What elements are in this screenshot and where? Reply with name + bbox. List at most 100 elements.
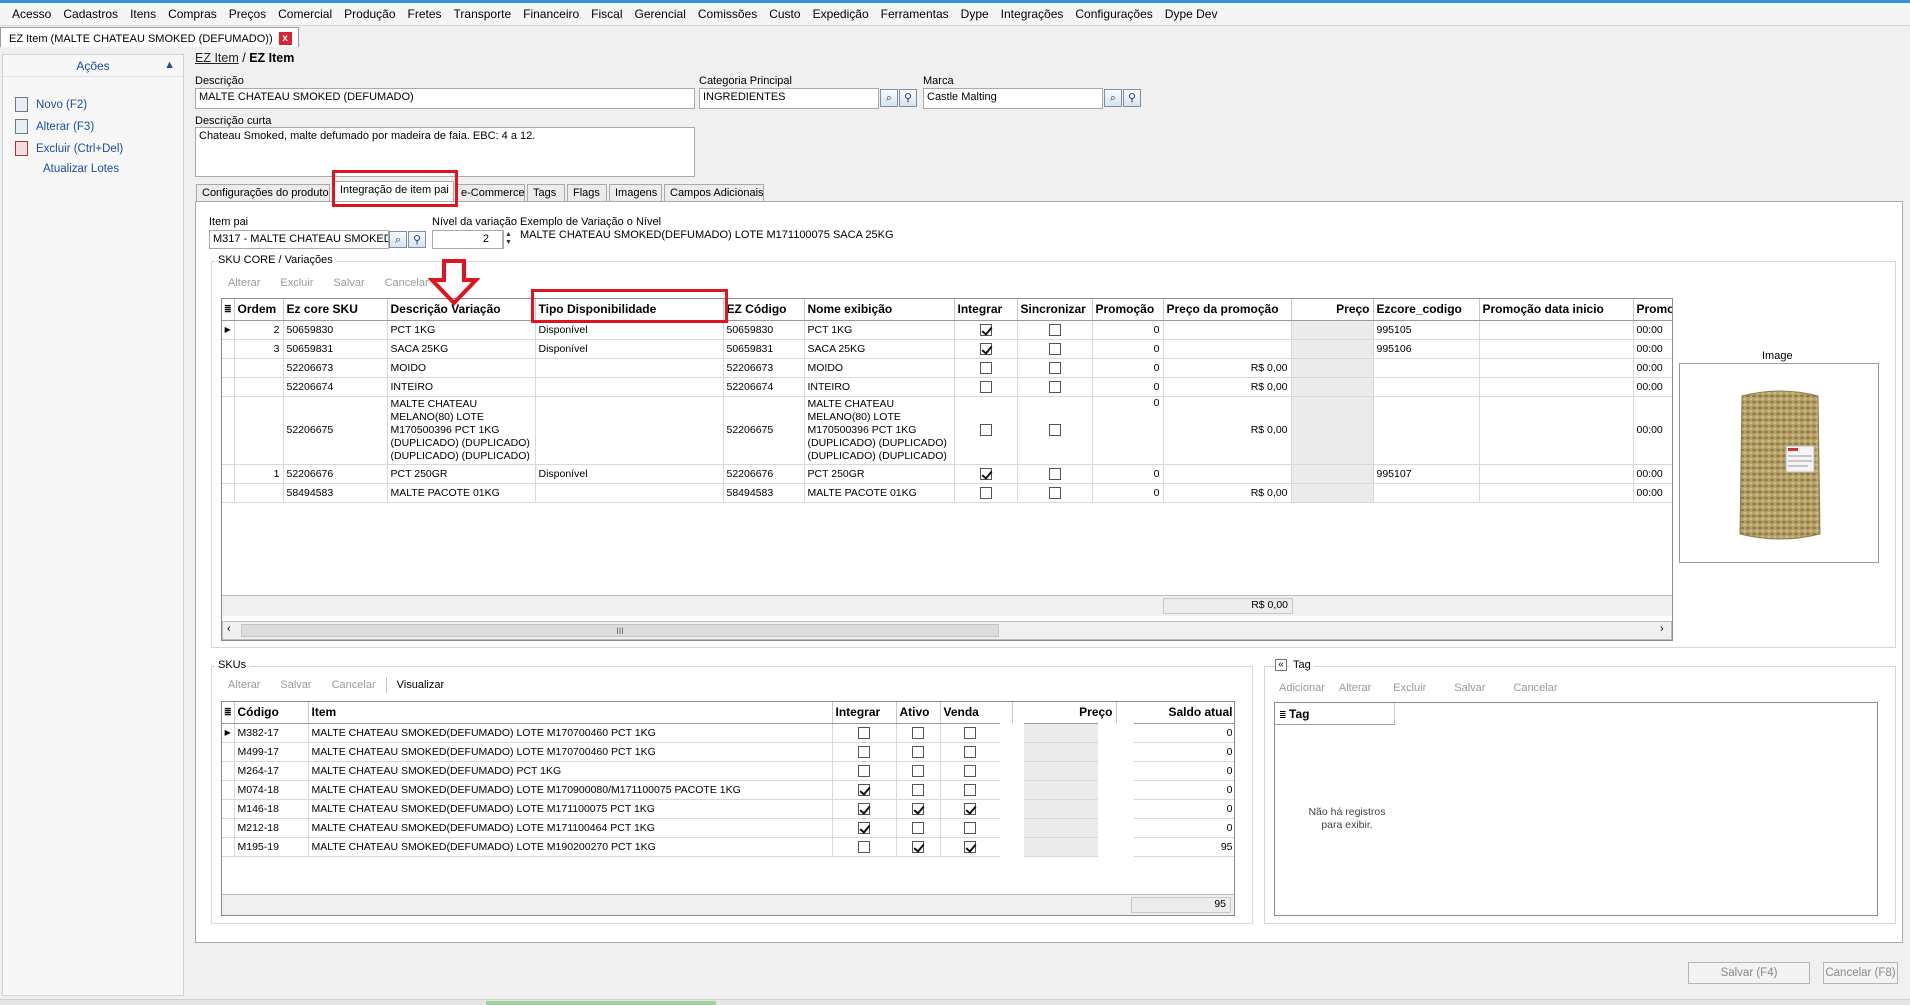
menu-item-comissoes[interactable]: Comissões bbox=[692, 3, 763, 25]
cell-preco[interactable] bbox=[1000, 780, 1134, 800]
cell-saldo-atual[interactable]: 0 bbox=[1116, 742, 1234, 762]
tab-campos-adicionais[interactable]: Campos Adicionais bbox=[664, 184, 764, 202]
cell-descricao-variacao[interactable]: MALTE PACOTE 01KG bbox=[387, 483, 536, 503]
cell-promocao-data-inicio[interactable] bbox=[1479, 358, 1634, 378]
cell-promocao-data-inicio[interactable] bbox=[1479, 483, 1634, 503]
tag-alterar-button[interactable]: Alterar bbox=[1331, 682, 1379, 694]
table-row[interactable]: M074-18 MALTE CHATEAU SMOKED(DEFUMADO) LO… bbox=[222, 780, 1234, 800]
cell-codigo[interactable]: M195-19 bbox=[234, 837, 309, 857]
cell-promocao-data-inicio[interactable] bbox=[1479, 377, 1634, 397]
table-row[interactable]: 52206673 MOIDO 52206673 MOIDO 0 R$ 0,00 00:00 bbox=[222, 358, 1672, 378]
scroll-left-icon[interactable]: ‹ bbox=[227, 623, 231, 635]
cell-promocao[interactable]: 0 bbox=[1092, 377, 1164, 397]
integrar-checkbox[interactable] bbox=[858, 745, 870, 758]
skus-cancelar-button[interactable]: Cancelar bbox=[322, 679, 386, 691]
cell-promo[interactable]: 00:00 bbox=[1633, 377, 1672, 397]
cell-preco-promocao[interactable] bbox=[1163, 464, 1292, 484]
marca-binoculars-icon[interactable]: ⚲ bbox=[1123, 89, 1141, 107]
cell-preco[interactable] bbox=[1291, 358, 1374, 378]
cell-promo[interactable]: 00:00 bbox=[1633, 483, 1672, 503]
cell-preco[interactable] bbox=[1000, 799, 1134, 819]
cell-tipo-disponibilidade[interactable] bbox=[535, 483, 724, 503]
cell-preco-promocao[interactable] bbox=[1163, 339, 1292, 359]
cell-promocao-data-inicio[interactable] bbox=[1479, 396, 1634, 465]
sincronizar-checkbox[interactable] bbox=[1048, 380, 1061, 393]
cell-item[interactable]: MALTE CHATEAU SMOKED(DEFUMADO) LOTE M171… bbox=[308, 818, 833, 838]
col-ativo[interactable]: Ativo bbox=[896, 702, 941, 724]
ativo-checkbox[interactable] bbox=[912, 745, 924, 758]
integrar-checkbox[interactable] bbox=[858, 802, 870, 815]
cell-preco[interactable] bbox=[1000, 818, 1134, 838]
cell-promocao[interactable]: 0 bbox=[1092, 358, 1164, 378]
cell-ezcore-codigo[interactable] bbox=[1373, 358, 1480, 378]
cell-tipo-disponibilidade[interactable] bbox=[535, 377, 724, 397]
cell-saldo-atual[interactable]: 95 bbox=[1116, 837, 1234, 857]
cell-nome-exibicao[interactable]: MALTE CHATEAU MELANO(80) LOTE M170500396… bbox=[804, 396, 955, 465]
cell-ez-codigo[interactable]: 52206676 bbox=[723, 464, 805, 484]
cell-ez-codigo[interactable]: 50659831 bbox=[723, 339, 805, 359]
cell-promocao[interactable]: 0 bbox=[1092, 464, 1164, 484]
cell-ez-codigo[interactable]: 50659830 bbox=[723, 320, 805, 340]
table-row[interactable]: ▶ 2 50659830 PCT 1KG Disponível 50659830 PCT 1… bbox=[222, 320, 1672, 340]
col-integrar[interactable]: Integrar bbox=[832, 702, 897, 724]
col-saldo-atual[interactable]: Saldo atual bbox=[1116, 702, 1234, 724]
col-item[interactable]: Item bbox=[308, 702, 833, 724]
menu-item-fiscal[interactable]: Fiscal bbox=[585, 3, 628, 25]
cell-promo[interactable]: 00:00 bbox=[1633, 396, 1672, 465]
cell-promocao[interactable]: 0 bbox=[1092, 339, 1164, 359]
marca-field[interactable]: Castle Malting bbox=[923, 88, 1103, 109]
cell-preco-promocao[interactable]: R$ 0,00 bbox=[1163, 396, 1292, 465]
cell-preco-promocao[interactable] bbox=[1163, 320, 1292, 340]
cell-descricao-variacao[interactable]: PCT 250GR bbox=[387, 464, 536, 484]
cell-preco[interactable] bbox=[1000, 723, 1134, 743]
ativo-checkbox[interactable] bbox=[912, 764, 924, 777]
sincronizar-checkbox[interactable] bbox=[1048, 342, 1061, 355]
cell-ordem[interactable] bbox=[234, 358, 284, 378]
cell-saldo-atual[interactable]: 0 bbox=[1116, 761, 1234, 781]
menu-item-financeiro[interactable]: Financeiro bbox=[517, 3, 585, 25]
menu-item-acesso[interactable]: Acesso bbox=[6, 3, 57, 25]
cell-promocao[interactable]: 0 bbox=[1092, 396, 1164, 465]
update-lots-action[interactable]: Atualizar Lotes bbox=[43, 163, 119, 175]
tab-ecommerce[interactable]: e-Commerce bbox=[455, 184, 525, 202]
venda-checkbox[interactable] bbox=[964, 802, 977, 815]
integrar-checkbox[interactable] bbox=[979, 486, 992, 499]
cell-preco[interactable] bbox=[1291, 464, 1374, 484]
cell-preco[interactable] bbox=[1291, 320, 1374, 340]
cell-ez-core-sku[interactable]: 52206673 bbox=[283, 358, 388, 378]
venda-checkbox[interactable] bbox=[964, 726, 977, 739]
venda-checkbox[interactable] bbox=[964, 783, 977, 796]
table-row[interactable]: M195-19 MALTE CHATEAU SMOKED(DEFUMADO) LO… bbox=[222, 837, 1234, 857]
sincronizar-checkbox[interactable] bbox=[1048, 486, 1061, 499]
cell-codigo[interactable]: M146-18 bbox=[234, 799, 309, 819]
cell-item[interactable]: MALTE CHATEAU SMOKED(DEFUMADO) LOTE M170… bbox=[308, 723, 833, 743]
integrar-checkbox[interactable] bbox=[858, 821, 870, 834]
col-preco[interactable]: Preço bbox=[1291, 299, 1374, 321]
cell-preco[interactable] bbox=[1291, 396, 1374, 465]
table-row[interactable]: 3 50659831 SACA 25KG Disponível 50659831 SACA… bbox=[222, 339, 1672, 359]
skus-salvar-button[interactable]: Salvar bbox=[270, 679, 321, 691]
tab-configuracoes[interactable]: Configurações do produto bbox=[196, 184, 330, 202]
marca-search-icon[interactable]: ⌕ bbox=[1104, 89, 1122, 107]
table-row[interactable]: M146-18 MALTE CHATEAU SMOKED(DEFUMADO) LO… bbox=[222, 799, 1234, 819]
cell-codigo[interactable]: M499-17 bbox=[234, 742, 309, 762]
table-row[interactable]: 1 52206676 PCT 250GR Disponível 52206676 PCT … bbox=[222, 464, 1672, 484]
cell-codigo[interactable]: M212-18 bbox=[234, 818, 309, 838]
categoria-field[interactable]: INGREDIENTES bbox=[699, 88, 879, 109]
save-button[interactable]: Salvar (F4) bbox=[1688, 962, 1810, 984]
sincronizar-checkbox[interactable] bbox=[1048, 361, 1061, 374]
cell-descricao-variacao[interactable]: PCT 1KG bbox=[387, 320, 536, 340]
cell-ezcore-codigo[interactable] bbox=[1373, 377, 1480, 397]
item-pai-field[interactable]: M317 - MALTE CHATEAU SMOKED(DE bbox=[209, 230, 389, 249]
cell-ez-core-sku[interactable]: 52206676 bbox=[283, 464, 388, 484]
col-nome-exibicao[interactable]: Nome exibição bbox=[804, 299, 955, 321]
item-pai-binoculars-icon[interactable]: ⚲ bbox=[408, 231, 426, 248]
tag-excluir-button[interactable]: Excluir bbox=[1379, 682, 1440, 694]
col-ez-core-sku[interactable]: Ez core SKU bbox=[283, 299, 388, 321]
cell-tipo-disponibilidade[interactable] bbox=[535, 396, 724, 465]
tab-tags[interactable]: Tags bbox=[527, 184, 565, 202]
table-row[interactable]: M499-17 MALTE CHATEAU SMOKED(DEFUMADO) LO… bbox=[222, 742, 1234, 762]
integrar-checkbox[interactable] bbox=[979, 361, 992, 374]
cell-promo[interactable]: 00:00 bbox=[1633, 358, 1672, 378]
cell-promocao-data-inicio[interactable] bbox=[1479, 320, 1634, 340]
